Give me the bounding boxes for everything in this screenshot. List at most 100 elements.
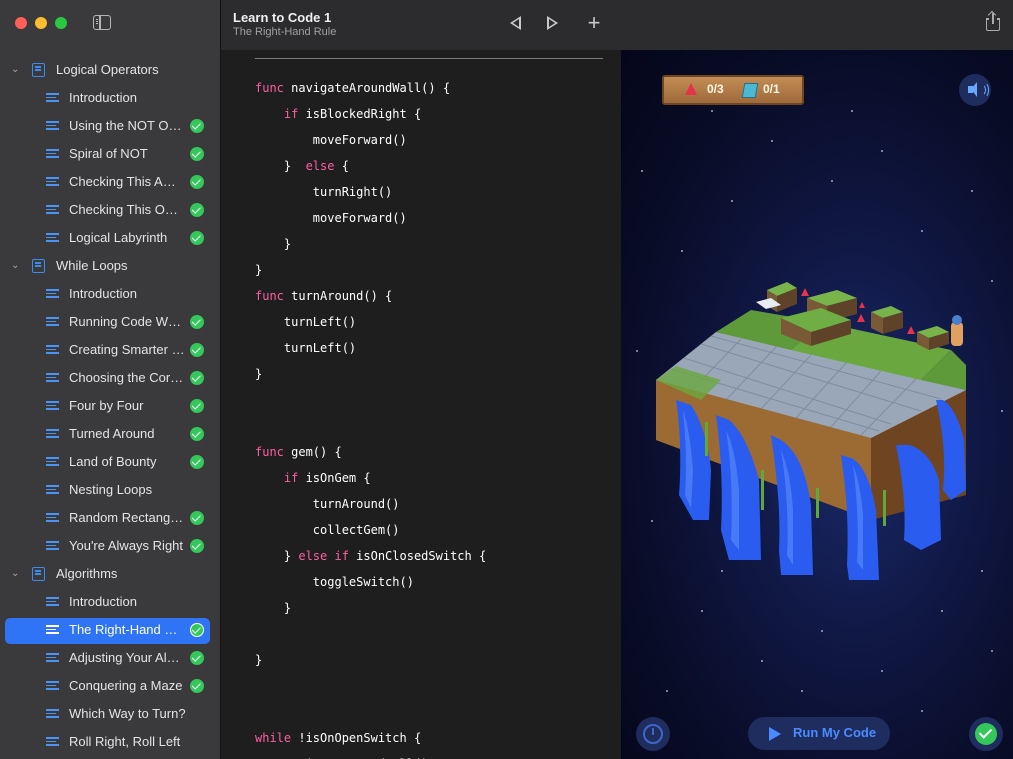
- completed-check-icon: [190, 651, 204, 665]
- chevron-down-icon[interactable]: ⌄: [11, 252, 19, 280]
- page-icon: [46, 177, 59, 187]
- sidebar-toggle-icon[interactable]: [93, 15, 111, 30]
- sidebar-page-item[interactable]: Introduction: [0, 588, 220, 616]
- page-label: Logical Labyrinth: [69, 230, 168, 245]
- sidebar-page-item[interactable]: Roll Right, Roll Left: [0, 728, 220, 756]
- code-line[interactable]: }: [255, 231, 291, 257]
- page-icon: [46, 709, 59, 719]
- sidebar-chapter[interactable]: ⌄ Logical Operators: [0, 56, 220, 84]
- code-line[interactable]: if isOnGem {: [255, 465, 371, 491]
- page-label: Using the NOT Operator: [69, 118, 185, 133]
- completed-check-icon: [190, 679, 204, 693]
- code-text: turnAround() {: [283, 289, 393, 303]
- sound-button[interactable]: [959, 74, 991, 106]
- code-line[interactable]: turnLeft(): [255, 335, 356, 361]
- chapter-label: Logical Operators: [56, 62, 159, 77]
- chevron-down-icon[interactable]: ⌄: [11, 56, 19, 84]
- sidebar-page-item[interactable]: Introduction: [0, 84, 220, 112]
- sidebar-page-item[interactable]: Checking This OR That: [0, 196, 220, 224]
- sidebar-page-item[interactable]: Four by Four: [0, 392, 220, 420]
- book-title: Learn to Code 1: [233, 10, 332, 25]
- page-label: The Right-Hand Rule: [69, 622, 185, 637]
- sidebar-page-item[interactable]: Introduction: [0, 280, 220, 308]
- close-window-button[interactable]: [15, 17, 27, 29]
- completed-check-icon: [190, 231, 204, 245]
- next-page-button[interactable]: [543, 14, 563, 34]
- sidebar-chapter[interactable]: ⌄ While Loops: [0, 252, 220, 280]
- code-text: }: [255, 367, 263, 381]
- sidebar-page-item[interactable]: Logical Labyrinth: [0, 224, 220, 252]
- live-view: 0/3 0/1 Run My Code: [621, 50, 1013, 759]
- code-line[interactable]: } else {: [255, 153, 349, 179]
- sidebar-page-item[interactable]: Nesting Loops: [0, 476, 220, 504]
- code-line[interactable]: turnLeft(): [255, 309, 356, 335]
- code-text: turnAround(): [255, 497, 400, 511]
- editor-header: Learn to Code 1 The Right-Hand Rule +: [221, 0, 621, 50]
- sidebar-page-item[interactable]: Choosing the Correct Tool: [0, 364, 220, 392]
- sidebar-page-item[interactable]: The Right-Hand Rule: [0, 616, 220, 644]
- sidebar-page-item[interactable]: You're Always Right: [0, 532, 220, 560]
- zoom-window-button[interactable]: [55, 17, 67, 29]
- code-line[interactable]: navigateAroundWall(): [255, 751, 429, 759]
- sidebar-page-item[interactable]: Random Rectangles: [0, 504, 220, 532]
- code-text: isOnClosedSwitch {: [348, 549, 487, 563]
- code-line[interactable]: moveForward(): [255, 205, 407, 231]
- code-line[interactable]: while !isOnOpenSwitch {: [255, 725, 421, 751]
- minimize-window-button[interactable]: [35, 17, 47, 29]
- code-line[interactable]: func navigateAroundWall() {: [255, 75, 450, 101]
- page-label: Adjusting Your Algorithm: [69, 650, 185, 665]
- code-line[interactable]: if isBlockedRight {: [255, 101, 421, 127]
- page-icon: [46, 149, 59, 159]
- complete-status-button[interactable]: [969, 717, 1003, 751]
- puzzle-world: [656, 282, 966, 580]
- completed-check-icon: [190, 371, 204, 385]
- run-my-code-button[interactable]: Run My Code: [748, 717, 890, 750]
- sidebar-page-item[interactable]: Spiral of NOT: [0, 140, 220, 168]
- page-icon: [46, 345, 59, 355]
- page-label: You're Always Right: [69, 538, 184, 553]
- code-line[interactable]: }: [255, 647, 262, 673]
- sidebar-page-item[interactable]: Checking This AND That: [0, 168, 220, 196]
- code-line[interactable]: moveForward(): [255, 127, 407, 153]
- sidebar-page-item[interactable]: Land of Bounty: [0, 448, 220, 476]
- play-icon: [769, 727, 781, 741]
- completed-check-icon: [190, 203, 204, 217]
- sidebar-page-item[interactable]: Turned Around: [0, 420, 220, 448]
- code-line[interactable]: func gem() {: [255, 439, 342, 465]
- speed-button[interactable]: [636, 717, 670, 751]
- page-icon: [46, 205, 59, 215]
- sidebar-page-item[interactable]: Adjusting Your Algorithm: [0, 644, 220, 672]
- sidebar-page-item[interactable]: Running Code While…: [0, 308, 220, 336]
- code-line[interactable]: turnRight(): [255, 179, 392, 205]
- share-icon[interactable]: [986, 12, 1000, 32]
- code-text: turnLeft(): [255, 341, 357, 355]
- chevron-down-icon[interactable]: ⌄: [11, 560, 19, 588]
- sidebar-page-item[interactable]: Which Way to Turn?: [0, 700, 220, 728]
- page-label: Land of Bounty: [69, 454, 157, 469]
- page-label: Creating Smarter Loops: [69, 342, 185, 357]
- code-keyword: func: [255, 445, 284, 459]
- completed-check-icon: [190, 623, 204, 637]
- add-button[interactable]: +: [584, 12, 604, 34]
- page-icon: [46, 597, 59, 607]
- code-line[interactable]: collectGem(): [255, 517, 400, 543]
- code-line[interactable]: func turnAround() {: [255, 283, 392, 309]
- sidebar-chapter[interactable]: ⌄ Algorithms: [0, 560, 220, 588]
- code-keyword: func: [255, 81, 284, 95]
- code-line[interactable]: }: [255, 595, 291, 621]
- page-icon: [46, 625, 59, 635]
- previous-page-button[interactable]: [505, 14, 525, 34]
- sidebar-page-item[interactable]: Conquering a Maze: [0, 672, 220, 700]
- page-label: Introduction: [69, 286, 137, 301]
- code-line[interactable]: turnAround(): [255, 491, 400, 517]
- code-line[interactable]: } else if isOnClosedSwitch {: [255, 543, 486, 569]
- sidebar-page-item[interactable]: Using the NOT Operator: [0, 112, 220, 140]
- code-line[interactable]: toggleSwitch(): [255, 569, 414, 595]
- code-editor[interactable]: func navigateAroundWall() { if isBlocked…: [221, 50, 620, 759]
- code-line[interactable]: }: [255, 257, 262, 283]
- page-icon: [46, 429, 59, 439]
- page-icon: [46, 401, 59, 411]
- code-text: moveForward(): [255, 211, 407, 225]
- code-line[interactable]: }: [255, 361, 262, 387]
- sidebar-page-item[interactable]: Creating Smarter Loops: [0, 336, 220, 364]
